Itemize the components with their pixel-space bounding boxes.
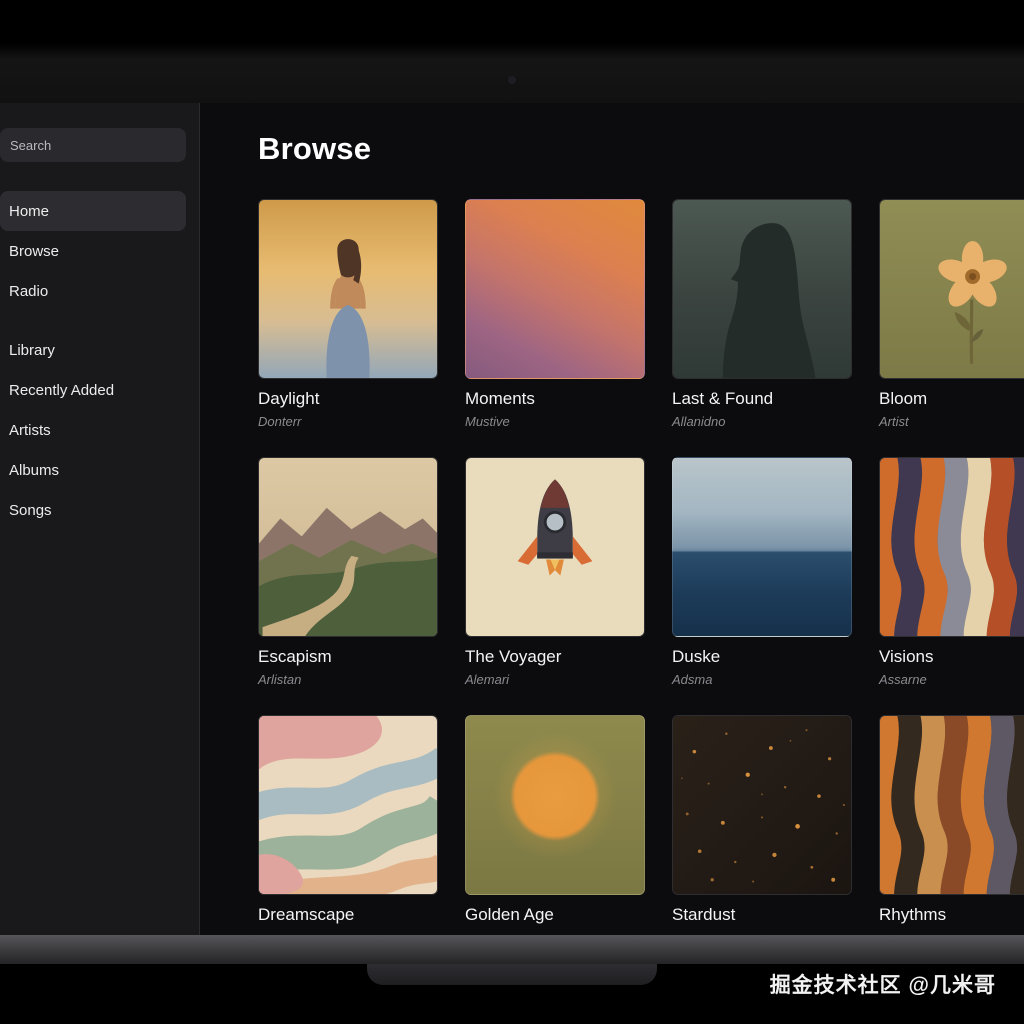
album-art-golden-age: [465, 715, 645, 895]
album-art-last-and-found: [672, 199, 852, 379]
album-card-rhythms[interactable]: Rhythms: [879, 715, 1024, 935]
sidebar-item-songs[interactable]: Songs: [0, 490, 186, 530]
sidebar-item-artists[interactable]: Artists: [0, 410, 186, 450]
album-art-moments: [465, 199, 645, 379]
album-art-bloom: [879, 199, 1024, 379]
album-art-duske: [672, 457, 852, 637]
album-title: Escapism: [258, 647, 332, 666]
camera-dot: [508, 76, 516, 84]
album-title: Golden Age: [465, 905, 554, 924]
album-card-stardust[interactable]: Stardust: [672, 715, 852, 935]
watermark: 掘金技术社区 @几米哥: [769, 974, 996, 997]
sidebar-item-browse[interactable]: Browse: [0, 231, 186, 271]
search-input[interactable]: [0, 128, 186, 162]
album-artist: Donterr: [258, 414, 302, 429]
album-art-daylight: [258, 199, 438, 379]
album-title: Duske: [672, 647, 721, 666]
album-artist: Assarne: [879, 672, 927, 687]
laptop-bezel-top: [0, 0, 1024, 103]
album-title: Moments: [465, 389, 535, 408]
album-title: Last & Found: [672, 389, 774, 408]
laptop-deck: [0, 935, 1024, 964]
album-title: Dreamscape: [258, 905, 355, 924]
album-art-escapism: [258, 457, 438, 637]
album-art-visions: [879, 457, 1024, 637]
album-artist: Mustive: [465, 414, 510, 429]
sidebar: Home Browse Radio Library Recently Added…: [0, 103, 200, 935]
laptop-notch: [367, 964, 657, 985]
sidebar-item-recently-added[interactable]: Recently Added: [0, 370, 186, 410]
album-title: Stardust: [672, 905, 736, 924]
sidebar-nav: Home Browse Radio Library Recently Added…: [0, 191, 186, 530]
app-window: Home Browse Radio Library Recently Added…: [0, 103, 1024, 935]
album-art-dreamscape: [258, 715, 438, 895]
album-artist: Arlistan: [258, 672, 302, 687]
album-card-daylight[interactable]: Daylight Donterr: [258, 199, 438, 457]
album-title: Daylight: [258, 389, 320, 408]
sidebar-item-radio[interactable]: Radio: [0, 271, 186, 311]
album-artist: Artist: [879, 414, 909, 429]
album-artist: Alemari: [465, 672, 510, 687]
sidebar-item-home[interactable]: Home: [0, 191, 186, 231]
album-card-moments[interactable]: Moments Mustive: [465, 199, 645, 457]
album-card-the-voyager[interactable]: The Voyager Alemari: [465, 457, 645, 715]
album-card-bloom[interactable]: Bloom Artist: [879, 199, 1024, 457]
album-title: Rhythms: [879, 905, 947, 924]
album-card-visions[interactable]: Visions Assarne: [879, 457, 1024, 715]
sidebar-item-library[interactable]: Library: [0, 330, 186, 370]
album-title: Visions: [879, 647, 934, 666]
album-grid: Daylight Donterr Moments Mustive Last & …: [258, 199, 1024, 935]
album-art-stardust: [672, 715, 852, 895]
album-art-rhythms: [879, 715, 1024, 895]
album-card-dreamscape[interactable]: Dreamscape: [258, 715, 438, 935]
sidebar-item-albums[interactable]: Albums: [0, 450, 186, 490]
album-artist: Allanidno: [672, 414, 726, 429]
main-content: Browse Daylight Donterr Moments Mustive …: [200, 103, 1024, 935]
album-artist: Adsma: [672, 672, 713, 687]
album-card-duske[interactable]: Duske Adsma: [672, 457, 852, 715]
album-title: The Voyager: [465, 647, 562, 666]
album-title: Bloom: [879, 389, 928, 408]
album-art-the-voyager: [465, 457, 645, 637]
album-card-golden-age[interactable]: Golden Age: [465, 715, 645, 935]
album-card-escapism[interactable]: Escapism Arlistan: [258, 457, 438, 715]
album-card-last-and-found[interactable]: Last & Found Allanidno: [672, 199, 852, 457]
page-title: Browse: [258, 131, 372, 166]
